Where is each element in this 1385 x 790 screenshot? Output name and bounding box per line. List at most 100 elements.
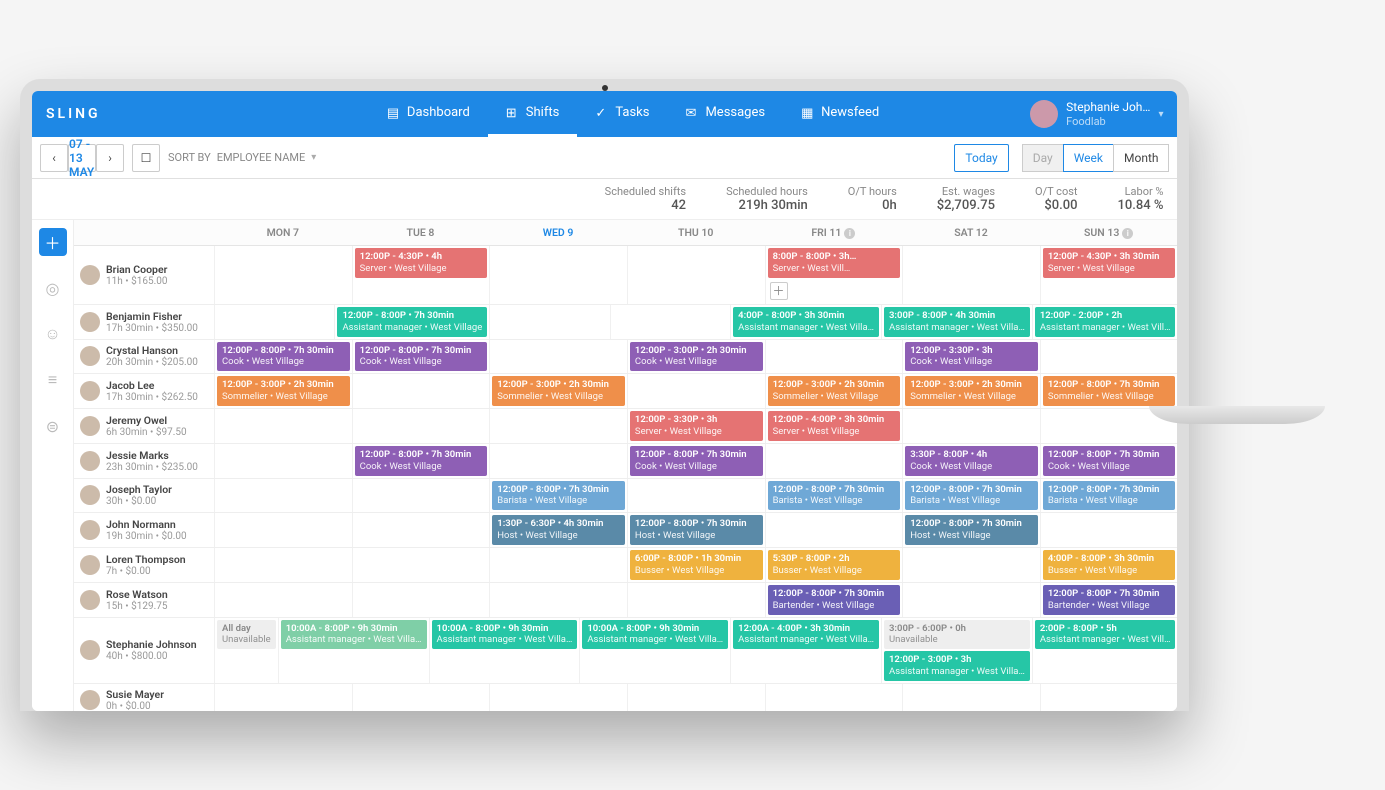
day-cell[interactable] <box>214 479 352 513</box>
day-cell[interactable] <box>1040 513 1178 547</box>
day-cell[interactable]: 12:00P - 4:30P • 3h 30minServer • West V… <box>1040 246 1178 304</box>
day-cell[interactable] <box>489 409 627 443</box>
day-cell[interactable]: 12:00P - 8:00P • 7h 30minCook • West Vil… <box>1040 444 1178 478</box>
day-cell[interactable] <box>765 684 903 711</box>
shift-block[interactable]: 12:00P - 8:00P • 7h 30minCook • West Vil… <box>1043 446 1176 476</box>
location-icon[interactable]: ◎ <box>39 274 67 302</box>
day-cell[interactable]: 12:00P - 8:00P • 7h 30minHost • West Vil… <box>627 513 765 547</box>
day-cell[interactable]: 12:00P - 4:00P • 3h 30minServer • West V… <box>765 409 903 443</box>
day-cell[interactable]: 12:00P - 8:00P • 7h 30minCook • West Vil… <box>627 444 765 478</box>
day-cell[interactable]: 10:00A - 8:00P • 9h 30minAssistant manag… <box>579 618 730 684</box>
shift-block[interactable]: 12:00P - 4:00P • 3h 30minServer • West V… <box>768 411 901 441</box>
sort-by[interactable]: SORT BY EMPLOYEE NAME ▾ <box>168 151 316 164</box>
day-cell[interactable]: 12:00P - 8:00P • 7h 30minHost • West Vil… <box>902 513 1040 547</box>
day-cell[interactable] <box>489 305 609 339</box>
day-cell[interactable]: 12:00P - 2:00P • 2hAssistant manager • W… <box>1032 305 1178 339</box>
day-cell[interactable]: 12:00A - 4:00P • 3h 30minAssistant manag… <box>730 618 881 684</box>
schedule-grid[interactable]: MON 7TUE 8WED 9THU 10FRI 11iSAT 12SUN 13… <box>74 220 1177 711</box>
day-cell[interactable]: 12:00P - 8:00P • 7h 30minAssistant manag… <box>334 305 489 339</box>
shift-block[interactable]: 12:00P - 4:30P • 3h 30minServer • West V… <box>1043 248 1176 278</box>
day-cell[interactable] <box>489 684 627 711</box>
day-cell[interactable] <box>352 479 490 513</box>
day-cell[interactable] <box>214 409 352 443</box>
day-cell[interactable]: 8:00P - 8:00P • 3h…Server • West Vill… ＋ <box>765 246 903 304</box>
employee-cell[interactable]: Benjamin Fisher17h 30min • $350.00 <box>74 305 214 339</box>
shift-block[interactable]: 12:00P - 8:00P • 7h 30minBarista • West … <box>492 481 625 511</box>
day-cell[interactable]: 12:00P - 3:30P • 3hCook • West Village <box>902 340 1040 374</box>
day-cell[interactable]: 12:00P - 8:00P • 7h 30minCook • West Vil… <box>214 340 352 374</box>
shift-block[interactable]: 5:30P - 8:00P • 2hBusser • West Village <box>768 550 901 580</box>
shift-block[interactable]: 12:00P - 8:00P • 7h 30minCook • West Vil… <box>355 446 488 476</box>
day-cell[interactable]: 12:00P - 8:00P • 7h 30minBartender • Wes… <box>765 583 903 617</box>
day-cell[interactable] <box>902 246 1040 304</box>
shift-block[interactable]: 12:00P - 3:00P • 2h 30minCook • West Vil… <box>630 342 763 372</box>
shift-block[interactable]: 12:00P - 8:00P • 7h 30minBarista • West … <box>905 481 1038 511</box>
day-cell[interactable]: 12:00P - 8:00P • 7h 30minCook • West Vil… <box>352 340 490 374</box>
shift-block[interactable]: 12:00P - 3:00P • 2h 30minSommelier • Wes… <box>492 376 625 406</box>
employee-cell[interactable]: Jeremy Owel6h 30min • $97.50 <box>74 409 214 443</box>
day-cell[interactable] <box>765 340 903 374</box>
day-cell[interactable]: 12:00P - 8:00P • 7h 30minCook • West Vil… <box>352 444 490 478</box>
shift-block[interactable]: All dayUnavailable <box>217 620 276 650</box>
user-menu[interactable]: Stephanie Joh… Foodlab ▾ <box>1030 100 1163 128</box>
day-cell[interactable] <box>352 548 490 582</box>
day-cell[interactable] <box>627 684 765 711</box>
day-cell[interactable] <box>489 246 627 304</box>
nav-shifts[interactable]: ⊞Shifts <box>488 91 578 137</box>
day-cell[interactable]: 10:00A - 8:00P • 9h 30minAssistant manag… <box>429 618 580 684</box>
day-cell[interactable]: 12:00P - 8:00P • 7h 30minBarista • West … <box>902 479 1040 513</box>
employee-cell[interactable]: Crystal Hanson20h 30min • $205.00 <box>74 340 214 374</box>
day-cell[interactable]: 12:00P - 8:00P • 7h 30minSommelier • Wes… <box>1040 374 1178 408</box>
day-cell[interactable]: 1:30P - 6:30P • 4h 30minHost • West Vill… <box>489 513 627 547</box>
day-cell[interactable]: 12:00P - 8:00P • 7h 30minBarista • West … <box>765 479 903 513</box>
day-cell[interactable] <box>352 409 490 443</box>
date-range-button[interactable]: 07 - 13 MAY <box>68 144 96 172</box>
shift-block[interactable]: 12:00P - 8:00P • 7h 30minBarista • West … <box>1043 481 1176 511</box>
add-shift-button[interactable]: ＋ <box>770 282 788 300</box>
day-cell[interactable] <box>214 246 352 304</box>
week-view-button[interactable]: Week <box>1063 144 1114 172</box>
day-cell[interactable] <box>214 548 352 582</box>
shift-block[interactable]: 12:00P - 3:00P • 2h 30minSommelier • Wes… <box>905 376 1038 406</box>
day-cell[interactable] <box>352 684 490 711</box>
day-cell[interactable] <box>902 583 1040 617</box>
day-cell[interactable]: 5:30P - 8:00P • 2hBusser • West Village <box>765 548 903 582</box>
shift-block[interactable]: 12:00P - 8:00P • 7h 30minAssistant manag… <box>337 307 487 337</box>
shift-block[interactable]: 12:00P - 8:00P • 7h 30minCook • West Vil… <box>355 342 488 372</box>
day-cell[interactable]: 4:00P - 8:00P • 3h 30minAssistant manage… <box>730 305 881 339</box>
shift-block[interactable]: 12:00P - 4:30P • 4hServer • West Village <box>355 248 488 278</box>
day-cell[interactable]: All dayUnavailable <box>214 618 278 684</box>
day-header[interactable]: SUN 13i <box>1040 220 1178 245</box>
day-cell[interactable] <box>214 513 352 547</box>
day-cell[interactable]: 12:00P - 3:00P • 2h 30minSommelier • Wes… <box>214 374 352 408</box>
shift-block[interactable]: 12:00P - 8:00P • 7h 30minBartender • Wes… <box>1043 585 1176 615</box>
shift-block[interactable]: 12:00P - 3:00P • 2h 30minSommelier • Wes… <box>217 376 350 406</box>
shift-block[interactable]: 12:00P - 3:30P • 3hCook • West Village <box>905 342 1038 372</box>
day-header[interactable]: MON 7 <box>214 220 352 245</box>
shift-block[interactable]: 3:00P - 6:00P • 0hUnavailable <box>884 620 1030 650</box>
day-cell[interactable] <box>627 246 765 304</box>
day-cell[interactable] <box>214 444 352 478</box>
shift-block[interactable]: 10:00A - 8:00P • 9h 30minAssistant manag… <box>281 620 427 650</box>
employee-cell[interactable]: Stephanie Johnson40h • $800.00 <box>74 618 214 684</box>
shift-block[interactable]: 3:30P - 8:00P • 4hCook • West Village <box>905 446 1038 476</box>
shift-block[interactable]: 12:00P - 8:00P • 7h 30minSommelier • Wes… <box>1043 376 1176 406</box>
nav-tasks[interactable]: ✓Tasks <box>577 91 667 137</box>
day-cell[interactable] <box>902 684 1040 711</box>
shift-block[interactable]: 8:00P - 8:00P • 3h…Server • West Vill… <box>768 248 901 278</box>
employee-cell[interactable]: Susie Mayer0h • $0.00 <box>74 684 214 711</box>
day-cell[interactable] <box>627 479 765 513</box>
employee-cell[interactable]: Brian Cooper11h • $165.00 <box>74 246 214 304</box>
employee-cell[interactable]: Rose Watson15h • $129.75 <box>74 583 214 617</box>
shift-block[interactable]: 10:00A - 8:00P • 9h 30minAssistant manag… <box>432 620 578 650</box>
shift-block[interactable]: 12:00P - 3:30P • 3hServer • West Village <box>630 411 763 441</box>
day-cell[interactable] <box>214 583 352 617</box>
employee-cell[interactable]: Jacob Lee17h 30min • $262.50 <box>74 374 214 408</box>
day-header[interactable]: WED 9 <box>489 220 627 245</box>
shift-block[interactable]: 4:00P - 8:00P • 3h 30minAssistant manage… <box>733 307 879 337</box>
prev-button[interactable]: ‹ <box>40 144 68 172</box>
day-cell[interactable] <box>765 513 903 547</box>
shift-block[interactable]: 2:00P - 8:00P • 5hAssistant manager • We… <box>1035 620 1176 650</box>
day-cell[interactable]: 12:00P - 3:00P • 2h 30minSommelier • Wes… <box>902 374 1040 408</box>
day-cell[interactable] <box>1040 684 1178 711</box>
